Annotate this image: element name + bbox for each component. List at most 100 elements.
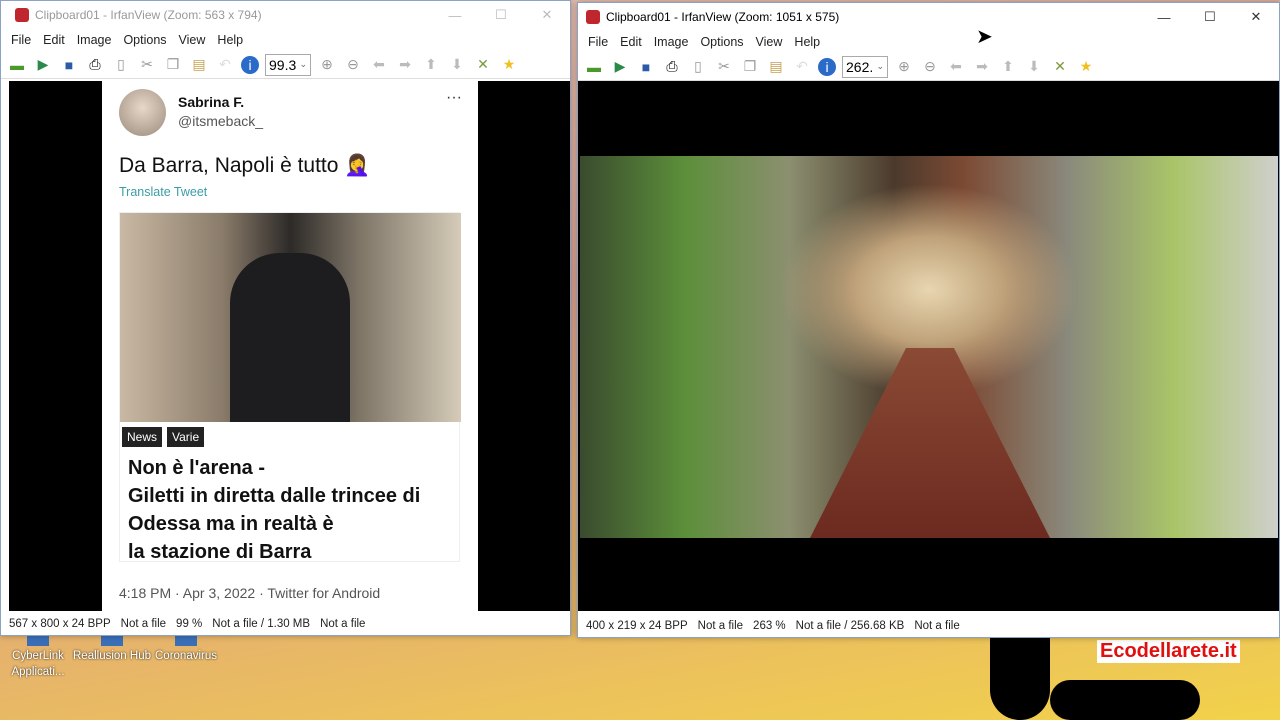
cut-icon[interactable]: ✂ bbox=[137, 56, 157, 74]
menu-options[interactable]: Options bbox=[694, 35, 749, 49]
undo-icon[interactable]: ↶ bbox=[215, 56, 235, 74]
menu-view[interactable]: View bbox=[173, 33, 212, 47]
save-icon[interactable]: ■ bbox=[636, 58, 656, 76]
menu-bar: File Edit Image Options View Help bbox=[578, 31, 1279, 53]
tweet-author-name: Sabrina F. bbox=[178, 94, 245, 110]
menu-bar: File Edit Image Options View Help bbox=[1, 29, 570, 51]
favorite-star-icon[interactable]: ★ bbox=[499, 56, 519, 74]
paste-icon[interactable]: ▤ bbox=[189, 56, 209, 74]
menu-help[interactable]: Help bbox=[788, 35, 826, 49]
menu-options[interactable]: Options bbox=[117, 33, 172, 47]
tools-icon[interactable]: ✕ bbox=[1050, 58, 1070, 76]
card-headline: Non è l'arena - Giletti in diretta dalle… bbox=[128, 457, 421, 563]
status-date: Not a file bbox=[914, 620, 960, 632]
slideshow-icon[interactable]: ▶ bbox=[33, 56, 53, 74]
translate-tweet-link: Translate Tweet bbox=[119, 185, 208, 199]
favorite-star-icon[interactable]: ★ bbox=[1076, 58, 1096, 76]
tag-varie: Varie bbox=[167, 427, 205, 447]
menu-help[interactable]: Help bbox=[211, 33, 249, 47]
image-canvas bbox=[578, 81, 1279, 611]
zoom-in-icon[interactable]: ⊕ bbox=[317, 56, 337, 74]
down-icon[interactable]: ⬇ bbox=[1024, 58, 1044, 76]
menu-edit[interactable]: Edit bbox=[37, 33, 71, 47]
next-icon[interactable]: ➡ bbox=[972, 58, 992, 76]
irfanview-window-right: Clipboard01 - IrfanView (Zoom: 1051 x 57… bbox=[577, 2, 1280, 638]
minimize-button[interactable]: — bbox=[432, 8, 478, 23]
maximize-button[interactable]: ☐ bbox=[478, 7, 524, 23]
previous-icon[interactable]: ⬅ bbox=[946, 58, 966, 76]
zoom-in-icon[interactable]: ⊕ bbox=[894, 58, 914, 76]
info-icon[interactable]: i bbox=[818, 57, 836, 76]
menu-image[interactable]: Image bbox=[648, 35, 695, 49]
tweet-author-handle: @itsmeback_ bbox=[178, 113, 264, 129]
desktop-icon-cyberlink[interactable]: CyberLink Applicati... bbox=[0, 634, 78, 680]
undo-icon[interactable]: ↶ bbox=[792, 58, 812, 76]
wallpaper-silhouette bbox=[990, 637, 1050, 720]
delete-icon[interactable]: ▯ bbox=[111, 56, 131, 74]
status-file: Not a file bbox=[697, 620, 744, 632]
status-bar: 400 x 219 x 24 BPP Not a file 263 % Not a f… bbox=[578, 615, 1279, 637]
tools-icon[interactable]: ✕ bbox=[473, 56, 493, 74]
menu-file[interactable]: File bbox=[582, 35, 614, 49]
status-zoom: 263 % bbox=[753, 620, 786, 632]
cut-icon[interactable]: ✂ bbox=[714, 58, 734, 76]
more-options-icon: ··· bbox=[446, 89, 462, 106]
wallpaper-silhouette bbox=[1050, 680, 1200, 720]
zoom-out-icon[interactable]: ⊖ bbox=[343, 56, 363, 74]
underpass-photo bbox=[580, 156, 1278, 538]
paste-icon[interactable]: ▤ bbox=[766, 58, 786, 76]
title-bar[interactable]: Clipboard01 - IrfanView (Zoom: 563 x 794… bbox=[1, 1, 570, 29]
toolbar: ▬ ▶ ■ ⎙ ▯ ✂ ❐ ▤ ↶ i 262. ⌄ ⊕ ⊖ ⬅ ➡ ⬆ ⬇ ✕ ★ bbox=[578, 53, 1279, 81]
tweet-screenshot: Sabrina F. @itsmeback_ ··· Da Barra, Nap… bbox=[102, 81, 478, 611]
irfanview-logo-icon bbox=[586, 10, 600, 24]
menu-file[interactable]: File bbox=[5, 33, 37, 47]
status-size: Not a file / 1.30 MB bbox=[212, 618, 311, 630]
open-folder-icon[interactable]: ▬ bbox=[584, 58, 604, 76]
status-zoom: 99 % bbox=[176, 618, 203, 630]
copy-icon[interactable]: ❐ bbox=[740, 58, 760, 76]
minimize-button[interactable]: — bbox=[1141, 10, 1187, 25]
up-icon[interactable]: ⬆ bbox=[421, 56, 441, 74]
down-icon[interactable]: ⬇ bbox=[447, 56, 467, 74]
title-bar[interactable]: Clipboard01 - IrfanView (Zoom: 1051 x 57… bbox=[578, 3, 1279, 31]
open-folder-icon[interactable]: ▬ bbox=[7, 56, 27, 74]
card-photo bbox=[120, 213, 461, 422]
maximize-button[interactable]: ☐ bbox=[1187, 9, 1233, 25]
info-icon[interactable]: i bbox=[241, 55, 259, 74]
status-bar: 567 x 800 x 24 BPP Not a file 99 % Not a fi… bbox=[1, 613, 570, 635]
status-file: Not a file bbox=[120, 618, 167, 630]
link-card: News Varie Non è l'arena - Giletti in dir… bbox=[119, 212, 461, 563]
menu-view[interactable]: View bbox=[750, 35, 789, 49]
print-icon[interactable]: ⎙ bbox=[662, 58, 682, 76]
status-dimensions: 567 x 800 x 24 BPP bbox=[9, 618, 111, 630]
zoom-select[interactable]: 262. ⌄ bbox=[842, 55, 888, 78]
toolbar: ▬ ▶ ■ ⎙ ▯ ✂ ❐ ▤ ↶ i 99.3 ⌄ ⊕ ⊖ ⬅ ➡ ⬆ ⬇ ✕ ★ bbox=[1, 51, 570, 79]
print-icon[interactable]: ⎙ bbox=[85, 56, 105, 74]
up-icon[interactable]: ⬆ bbox=[998, 58, 1018, 76]
close-button[interactable]: ✕ bbox=[524, 7, 570, 23]
menu-image[interactable]: Image bbox=[71, 33, 118, 47]
close-button[interactable]: ✕ bbox=[1233, 9, 1279, 25]
desktop-icon-reallusion[interactable]: Reallusion Hub bbox=[72, 634, 152, 664]
chevron-down-icon: ⌄ bbox=[876, 61, 884, 71]
status-size: Not a file / 256.68 KB bbox=[795, 620, 905, 632]
reporter-figure bbox=[230, 253, 350, 422]
tag-news: News bbox=[122, 427, 163, 447]
next-icon[interactable]: ➡ bbox=[395, 56, 415, 74]
irfanview-window-left: Clipboard01 - IrfanView (Zoom: 563 x 794… bbox=[0, 0, 571, 636]
desktop-icon-coronavirus[interactable]: Coronavirus bbox=[146, 634, 226, 664]
menu-edit[interactable]: Edit bbox=[614, 35, 648, 49]
delete-icon[interactable]: ▯ bbox=[688, 58, 708, 76]
mouse-cursor-icon: ➤ bbox=[976, 26, 993, 48]
window-title: Clipboard01 - IrfanView (Zoom: 563 x 794… bbox=[35, 8, 262, 22]
copy-icon[interactable]: ❐ bbox=[163, 56, 183, 74]
watermark-logo: Ecodellarete.it bbox=[1097, 640, 1240, 663]
save-icon[interactable]: ■ bbox=[59, 56, 79, 74]
chevron-down-icon: ⌄ bbox=[299, 59, 307, 69]
zoom-out-icon[interactable]: ⊖ bbox=[920, 58, 940, 76]
slideshow-icon[interactable]: ▶ bbox=[610, 58, 630, 76]
tweet-text: Da Barra, Napoli è tutto 🤦‍♀️ bbox=[119, 154, 371, 177]
avatar bbox=[119, 89, 166, 136]
zoom-select[interactable]: 99.3 ⌄ bbox=[265, 53, 311, 76]
previous-icon[interactable]: ⬅ bbox=[369, 56, 389, 74]
